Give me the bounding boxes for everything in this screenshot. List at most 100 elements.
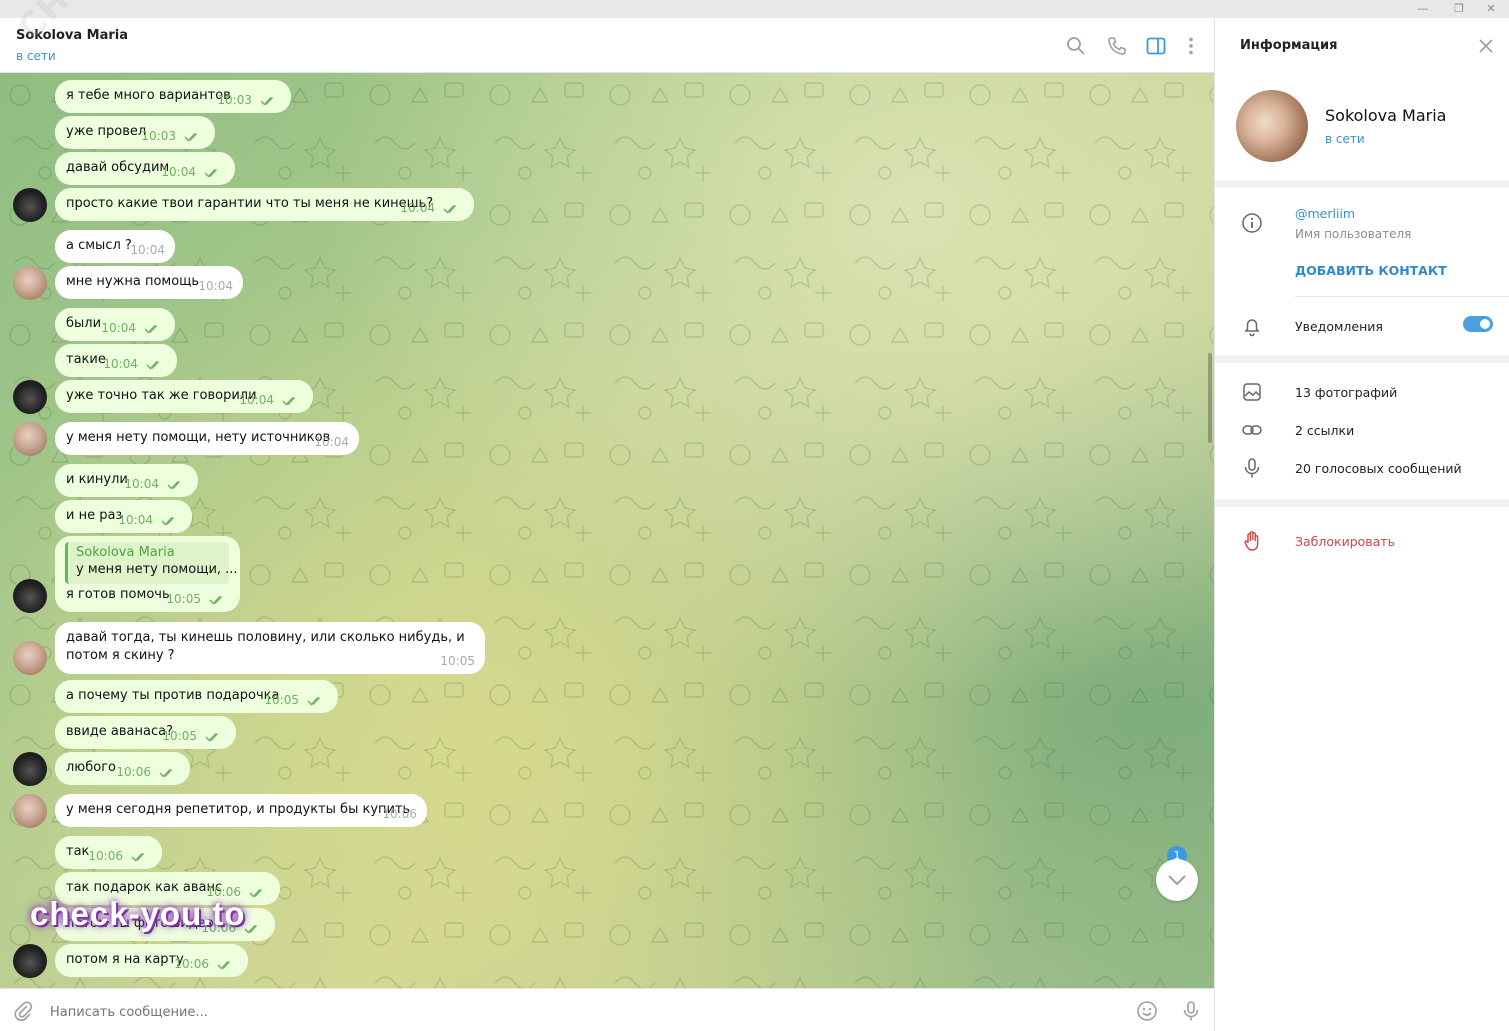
section-separator xyxy=(1215,355,1509,363)
my-avatar[interactable] xyxy=(13,380,47,414)
close-icon[interactable] xyxy=(1478,38,1494,54)
outgoing-message[interactable]: просто какие твои гарантии что ты меня н… xyxy=(55,188,474,221)
links-count[interactable]: 2 ссылки xyxy=(1295,423,1354,438)
chat-history[interactable]: я тебе много вариантов 10:03 уже провел 10:… xyxy=(0,73,1214,988)
contact-avatar[interactable] xyxy=(13,422,47,456)
notifications-toggle[interactable] xyxy=(1463,316,1493,332)
message-time: 10:05 xyxy=(264,693,299,707)
outgoing-message[interactable]: уже провел 10:03 xyxy=(55,116,215,149)
message-time: 10:05 xyxy=(166,592,201,606)
outgoing-message[interactable]: Sokolova Maria у меня нету помощи, ... я г… xyxy=(55,536,240,612)
window-titlebar: — ❐ ✕ xyxy=(0,0,1509,18)
brand-watermark: check-you.to xyxy=(30,895,246,932)
message-input[interactable] xyxy=(50,1001,1050,1023)
profile-avatar[interactable] xyxy=(1236,90,1308,162)
read-check-icon xyxy=(159,767,176,778)
minimize-button[interactable]: — xyxy=(1405,0,1441,18)
chat-status: в сети xyxy=(16,49,56,63)
read-check-icon xyxy=(260,95,277,106)
reply-quote[interactable]: Sokolova Maria у меня нету помощи, ... xyxy=(65,542,238,584)
scroll-down-button[interactable] xyxy=(1156,859,1198,901)
message-text: такие xyxy=(66,352,106,367)
chevron-down-icon xyxy=(1168,875,1186,886)
outgoing-message[interactable]: а почему ты против подарочка 10:05 xyxy=(55,680,338,713)
bell-icon xyxy=(1241,315,1263,337)
message-text: а почему ты против подарочка xyxy=(66,688,280,703)
message-text: у меня нету помощи, нету источников xyxy=(66,430,331,445)
voice-messages-count[interactable]: 20 голосовых сообщений xyxy=(1295,461,1462,476)
read-check-icon xyxy=(131,851,148,862)
read-check-icon xyxy=(217,959,234,970)
link-icon xyxy=(1241,419,1263,441)
contact-avatar[interactable] xyxy=(13,266,47,300)
message-time: 10:04 xyxy=(198,279,233,293)
microphone-icon[interactable] xyxy=(1180,1000,1202,1022)
contact-avatar[interactable] xyxy=(13,641,47,675)
message-time: 10:05 xyxy=(162,729,197,743)
outgoing-message[interactable]: и кинули 10:04 xyxy=(55,464,198,497)
outgoing-message[interactable]: такие 10:04 xyxy=(55,344,177,377)
message-time: 10:04 xyxy=(130,243,165,257)
photos-count[interactable]: 13 фотографий xyxy=(1295,385,1397,400)
incoming-message[interactable]: у меня нету помощи, нету источников 10:04 xyxy=(55,422,359,455)
outgoing-message[interactable]: давай обсудим 10:04 xyxy=(55,152,235,185)
my-avatar[interactable] xyxy=(13,579,47,613)
attach-icon[interactable] xyxy=(12,1000,34,1022)
message-text: мне нужна помощь xyxy=(66,274,200,289)
incoming-message[interactable]: давай тогда, ты кинешь половину, или ско… xyxy=(55,622,485,674)
message-text: и кинули xyxy=(66,472,128,487)
outgoing-message[interactable]: были 10:04 xyxy=(55,308,175,341)
message-time: 10:04 xyxy=(400,201,435,215)
read-check-icon xyxy=(205,731,222,742)
message-text: у меня сегодня репетитор, и продукты бы … xyxy=(66,802,411,817)
outgoing-message[interactable]: так 10:06 xyxy=(55,836,162,869)
microphone-icon xyxy=(1241,457,1263,479)
info-panel: Информация Sokolova Maria в сети @merlii… xyxy=(1214,18,1509,1031)
message-text: я готов помочь xyxy=(66,587,170,602)
outgoing-message[interactable]: ввиде аванаса? 10:05 xyxy=(55,716,236,749)
add-contact-button[interactable]: ДОБАВИТЬ КОНТАКТ xyxy=(1295,263,1447,278)
message-time: 10:04 xyxy=(124,477,159,491)
emoji-icon[interactable] xyxy=(1136,1000,1158,1022)
read-check-icon xyxy=(184,131,201,142)
phone-icon[interactable] xyxy=(1106,35,1128,57)
message-time: 10:04 xyxy=(239,393,274,407)
notifications-label: Уведомления xyxy=(1295,319,1383,334)
message-time: 10:04 xyxy=(118,513,153,527)
restore-button[interactable]: ❐ xyxy=(1441,0,1477,18)
chat-scrollbar[interactable] xyxy=(1208,353,1212,443)
read-check-icon xyxy=(244,923,261,934)
outgoing-message[interactable]: уже точно так же говорили 10:04 xyxy=(55,380,313,413)
profile-status: в сети xyxy=(1325,132,1365,146)
close-window-button[interactable]: ✕ xyxy=(1473,0,1509,18)
incoming-message[interactable]: а смысл ? 10:04 xyxy=(55,230,175,263)
my-avatar[interactable] xyxy=(13,188,47,222)
outgoing-message[interactable]: потом я на карту 10:06 xyxy=(55,944,248,977)
outgoing-message[interactable]: я тебе много вариантов 10:03 xyxy=(55,80,291,113)
read-check-icon xyxy=(307,695,324,706)
toggle-knob xyxy=(1478,317,1492,331)
message-time: 10:06 xyxy=(88,849,123,863)
sidebar-toggle-icon[interactable] xyxy=(1145,35,1167,57)
my-avatar[interactable] xyxy=(13,944,47,978)
incoming-message[interactable]: у меня сегодня репетитор, и продукты бы … xyxy=(55,794,427,827)
my-avatar[interactable] xyxy=(13,752,47,786)
info-icon xyxy=(1241,212,1263,234)
contact-avatar[interactable] xyxy=(13,794,47,828)
incoming-message[interactable]: мне нужна помощь 10:04 xyxy=(55,266,243,299)
message-time: 10:04 xyxy=(101,321,136,335)
block-user-button[interactable]: Заблокировать xyxy=(1295,534,1395,549)
search-icon[interactable] xyxy=(1065,35,1087,57)
message-time: 10:05 xyxy=(440,654,475,668)
more-icon[interactable] xyxy=(1180,35,1202,57)
chat-title[interactable]: Sokolova Maria xyxy=(16,28,128,43)
info-panel-title: Информация xyxy=(1240,38,1338,53)
message-text: давай обсудим xyxy=(66,160,170,175)
chat-header: Sokolova Maria в сети xyxy=(0,18,1214,73)
profile-username[interactable]: @merliim xyxy=(1295,206,1355,221)
read-check-icon xyxy=(146,359,163,370)
message-text: я тебе много вариантов xyxy=(66,88,231,103)
outgoing-message[interactable]: любого 10:06 xyxy=(55,752,190,785)
outgoing-message[interactable]: и не раз 10:04 xyxy=(55,500,192,533)
block-hand-icon xyxy=(1241,530,1263,552)
